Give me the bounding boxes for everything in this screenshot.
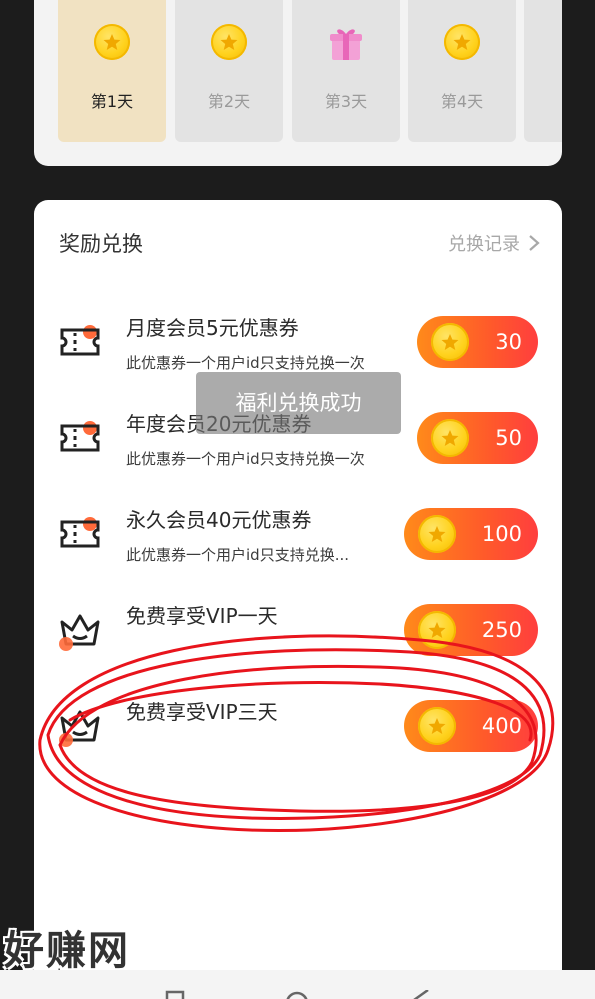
price: 50 — [495, 426, 522, 450]
redeem-button[interactable]: 30 — [417, 316, 538, 368]
item-title: 免费享受VIP一天 — [126, 604, 278, 628]
day-tile-5[interactable] — [524, 0, 562, 142]
day-tile-4[interactable]: 第4天 — [408, 0, 516, 142]
reward-exchange-card: 奖励兑换 兑换记录 月度会员5元优惠券 此优惠券一个用户id只支持兑换一次 30… — [34, 200, 562, 999]
price: 400 — [481, 714, 522, 738]
day-tile-2[interactable]: 第2天 — [175, 0, 283, 142]
coin-icon — [92, 24, 132, 64]
item-title: 免费享受VIP三天 — [126, 700, 278, 724]
price: 100 — [481, 522, 522, 546]
item-title: 月度会员5元优惠券 — [126, 316, 299, 340]
price: 250 — [481, 618, 522, 642]
redeem-button[interactable]: 50 — [417, 412, 538, 464]
section-title: 奖励兑换 — [59, 232, 143, 256]
coin-icon — [442, 24, 482, 64]
redeem-button[interactable]: 100 — [404, 508, 538, 560]
gift-icon — [326, 24, 366, 64]
ticket-icon — [58, 416, 104, 460]
chevron-right-icon — [529, 235, 540, 251]
redeem-button[interactable]: 250 — [404, 604, 538, 656]
coin-icon — [209, 24, 249, 64]
reward-item: 永久会员40元优惠券 此优惠券一个用户id只支持兑换... 100 — [34, 496, 562, 592]
back-icon[interactable] — [410, 990, 432, 999]
ticket-icon — [58, 320, 104, 364]
system-nav-bar — [0, 970, 595, 999]
reward-item: 免费享受VIP一天 250 — [34, 592, 562, 688]
day-tile-3[interactable]: 第3天 — [292, 0, 400, 142]
item-desc: 此优惠券一个用户id只支持兑换一次 — [126, 354, 365, 372]
coin-icon — [418, 707, 456, 745]
crown-icon — [58, 702, 104, 747]
coin-icon — [431, 323, 469, 361]
exchange-history-link[interactable]: 兑换记录 — [448, 230, 540, 256]
day-label: 第2天 — [207, 92, 251, 111]
day-tile-1[interactable]: 第1天 — [58, 0, 166, 142]
toast-message: 福利兑换成功 — [196, 372, 401, 434]
checkin-card: 第1天 第2天 第3天 第4天 — [34, 0, 562, 166]
day-label: 第3天 — [324, 92, 368, 111]
price: 30 — [495, 330, 522, 354]
page: 第1天 第2天 第3天 第4天 奖励兑换 兑换记录 月度会员5元优惠券 此优惠券… — [0, 0, 595, 999]
item-title: 永久会员40元优惠券 — [126, 508, 312, 532]
reward-item: 免费享受VIP三天 400 — [34, 688, 562, 784]
day-label: 第4天 — [440, 92, 484, 111]
item-desc: 此优惠券一个用户id只支持兑换... — [126, 546, 349, 564]
coin-icon — [431, 419, 469, 457]
redeem-button[interactable]: 400 — [404, 700, 538, 752]
coin-icon — [418, 611, 456, 649]
item-desc: 此优惠券一个用户id只支持兑换一次 — [126, 450, 365, 468]
home-icon[interactable] — [284, 990, 310, 999]
coin-icon — [418, 515, 456, 553]
day-label: 第1天 — [90, 92, 134, 111]
crown-icon — [58, 606, 104, 651]
ticket-icon — [58, 512, 104, 556]
recent-apps-icon[interactable] — [165, 990, 185, 999]
history-label: 兑换记录 — [448, 234, 520, 255]
